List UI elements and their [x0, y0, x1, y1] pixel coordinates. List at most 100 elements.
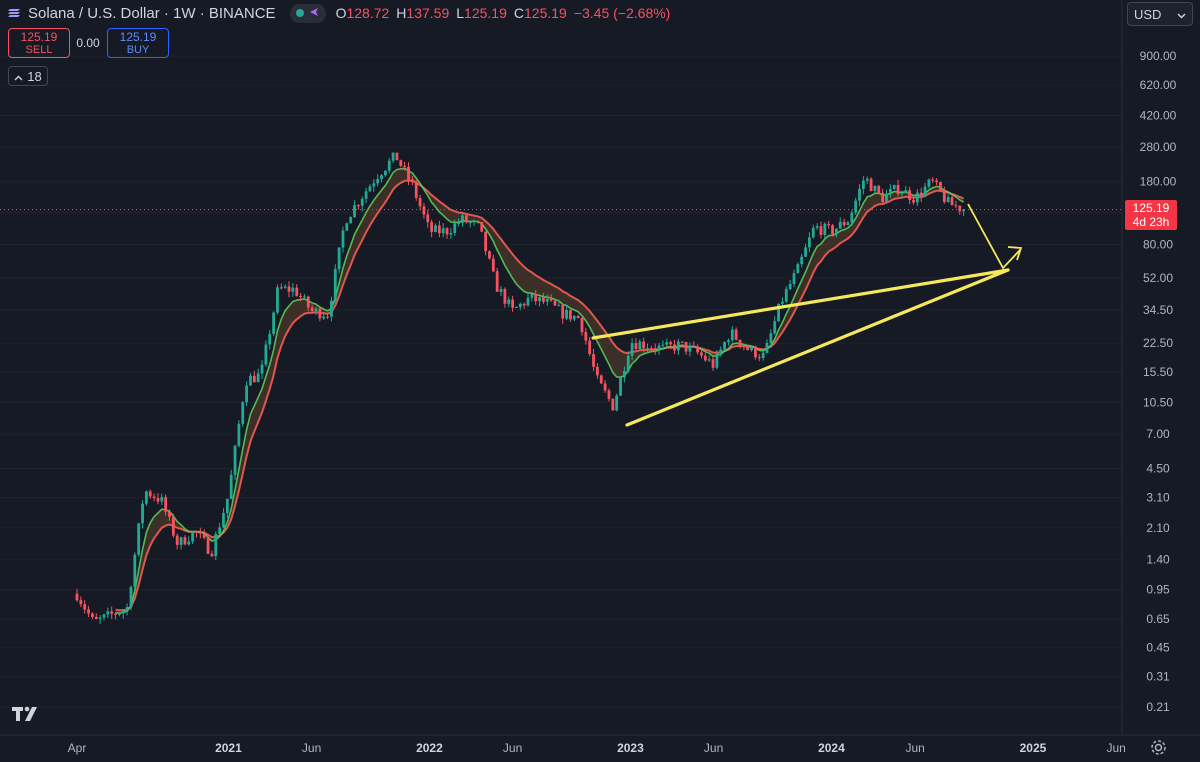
- gear-icon[interactable]: [1150, 739, 1167, 761]
- candle-body: [283, 286, 287, 288]
- candle-body: [148, 491, 152, 497]
- ohlc-high: H137.59: [396, 5, 449, 21]
- y-tick-label: 1.40: [1146, 552, 1170, 566]
- candle-body: [407, 166, 410, 180]
- candle-body: [337, 247, 341, 270]
- candle-body: [680, 341, 684, 343]
- candle-body: [707, 359, 711, 361]
- tradingview-logo-icon[interactable]: [12, 705, 42, 726]
- x-tick-label: 2024: [818, 741, 845, 755]
- candle-body: [360, 198, 364, 206]
- y-tick-label: 0.45: [1146, 641, 1170, 655]
- candle-body: [287, 286, 291, 292]
- candle-body: [696, 346, 700, 353]
- price-chart[interactable]: 900.00620.00420.00280.00180.00120.0080.0…: [0, 0, 1200, 762]
- candle-body: [958, 205, 962, 212]
- candle-body: [310, 307, 314, 311]
- candle-body: [395, 152, 399, 161]
- candle-body: [114, 613, 117, 615]
- ohlc-change: −3.45 (−2.68%): [574, 5, 671, 21]
- candle-body: [183, 537, 187, 545]
- candle-body: [206, 537, 210, 554]
- candle-body: [730, 329, 734, 341]
- market-status-pill[interactable]: [289, 3, 326, 23]
- upper-trend-line[interactable]: [591, 268, 1010, 340]
- y-tick-label: 22.50: [1143, 336, 1173, 350]
- candle-body: [399, 160, 403, 166]
- candle-body: [792, 273, 796, 284]
- candle-body: [121, 610, 125, 614]
- candle-body: [110, 611, 114, 614]
- sell-button[interactable]: 125.19 SELL: [8, 28, 70, 58]
- candle-body: [434, 225, 437, 232]
- open-key: O: [335, 5, 347, 21]
- candle-body: [912, 199, 915, 203]
- candle-body: [106, 611, 110, 615]
- y-tick-label: 0.31: [1146, 670, 1170, 684]
- candle-body: [808, 237, 811, 248]
- close-value: 125.19: [524, 5, 567, 21]
- candle-body: [823, 223, 827, 235]
- x-tick-label: 2022: [416, 741, 443, 755]
- candle-body: [125, 607, 129, 611]
- candle-body: [781, 301, 784, 304]
- candle-body: [364, 191, 368, 199]
- y-tick-label: 10.50: [1143, 396, 1173, 410]
- projection-arrow-path[interactable]: [967, 203, 1021, 270]
- candle-body: [118, 613, 121, 615]
- candle-body: [511, 299, 514, 308]
- chevron-down-icon: [1177, 7, 1186, 22]
- y-tick-label: 0.95: [1146, 583, 1170, 597]
- candle-body: [915, 192, 919, 203]
- candle-body: [461, 215, 464, 223]
- candle-body: [480, 222, 484, 232]
- candle-body: [723, 342, 727, 350]
- candle-body: [264, 344, 268, 365]
- candle-body: [869, 178, 873, 192]
- candle-body: [368, 186, 372, 192]
- candle-body: [522, 303, 526, 306]
- indicators-toggle[interactable]: 18: [8, 66, 48, 86]
- candle-body: [534, 294, 538, 302]
- candle-body: [210, 553, 214, 557]
- low-value: 125.19: [464, 5, 507, 21]
- candle-body: [595, 366, 599, 376]
- candle-body: [195, 531, 198, 533]
- x-tick-label: 2025: [1020, 741, 1047, 755]
- change-value: −3.45 (−2.68%): [573, 5, 671, 21]
- currency-select[interactable]: USD: [1127, 2, 1193, 26]
- buy-button[interactable]: 125.19 BUY: [107, 28, 169, 58]
- candle-body: [225, 498, 229, 513]
- candle-body: [314, 308, 318, 311]
- last-price: 125.19: [1132, 201, 1170, 215]
- symbol-title[interactable]: Solana / U.S. Dollar · 1W · BINANCE: [28, 5, 276, 22]
- candle-body: [414, 182, 418, 198]
- x-tick-label: Jun: [905, 741, 924, 755]
- candle-body: [418, 197, 422, 207]
- candle-body: [861, 180, 865, 189]
- candle-body: [491, 258, 495, 272]
- candle-body: [515, 306, 518, 308]
- candle-body: [657, 345, 661, 350]
- candle-body: [727, 340, 730, 343]
- y-tick-label: 15.50: [1143, 365, 1173, 379]
- candle-body: [804, 247, 807, 257]
- currency-value: USD: [1134, 6, 1162, 22]
- x-tick-label: Jun: [704, 741, 723, 755]
- candle-body: [873, 185, 877, 192]
- candle-body: [788, 283, 792, 290]
- candle-body: [449, 232, 453, 235]
- y-tick-label: 4.50: [1146, 461, 1170, 475]
- candle-body: [391, 152, 395, 161]
- candle-body: [503, 289, 507, 304]
- candle-body: [561, 305, 565, 319]
- candle-body: [557, 305, 561, 307]
- candle-body: [599, 375, 603, 384]
- candle-body: [260, 364, 264, 374]
- candle-body: [896, 185, 900, 195]
- candle-body: [838, 221, 842, 229]
- candle-body: [634, 343, 638, 349]
- candle-body: [800, 256, 804, 265]
- y-tick-label: 2.10: [1146, 521, 1170, 535]
- candle-body: [75, 593, 79, 601]
